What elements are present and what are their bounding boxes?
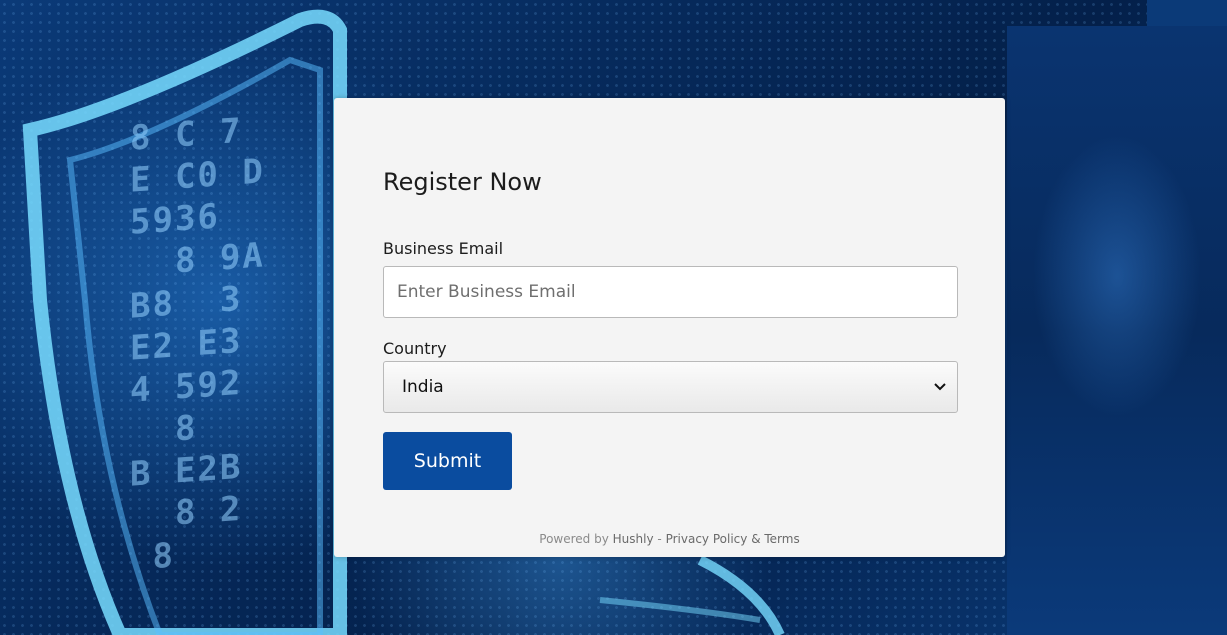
footer-ampersand: &: [751, 532, 761, 546]
country-select[interactable]: India: [383, 361, 958, 413]
email-field[interactable]: [383, 266, 958, 318]
form-footer: Powered by Hushly - Privacy Policy & Ter…: [334, 532, 1005, 546]
footer-separator: -: [657, 532, 662, 546]
privacy-policy-link[interactable]: Privacy Policy: [666, 532, 748, 546]
country-selected-value: India: [402, 377, 444, 397]
background-right-panel: [1007, 26, 1227, 635]
powered-by-text: Powered by: [539, 532, 609, 546]
registration-form-card: Register Now Business Email Country Indi…: [334, 98, 1005, 557]
country-label: Country: [383, 339, 447, 358]
background-code-text: 8 C 7 E C0 D 5936 8 9A B8 3 E2 E3 4 592 …: [130, 110, 265, 578]
form-title: Register Now: [383, 168, 542, 196]
background-right-top-block: [1147, 0, 1227, 26]
hushly-link[interactable]: Hushly: [613, 532, 654, 546]
terms-link[interactable]: Terms: [764, 532, 799, 546]
chevron-down-icon: [933, 380, 947, 394]
email-label: Business Email: [383, 239, 504, 258]
submit-button[interactable]: Submit: [383, 432, 512, 490]
